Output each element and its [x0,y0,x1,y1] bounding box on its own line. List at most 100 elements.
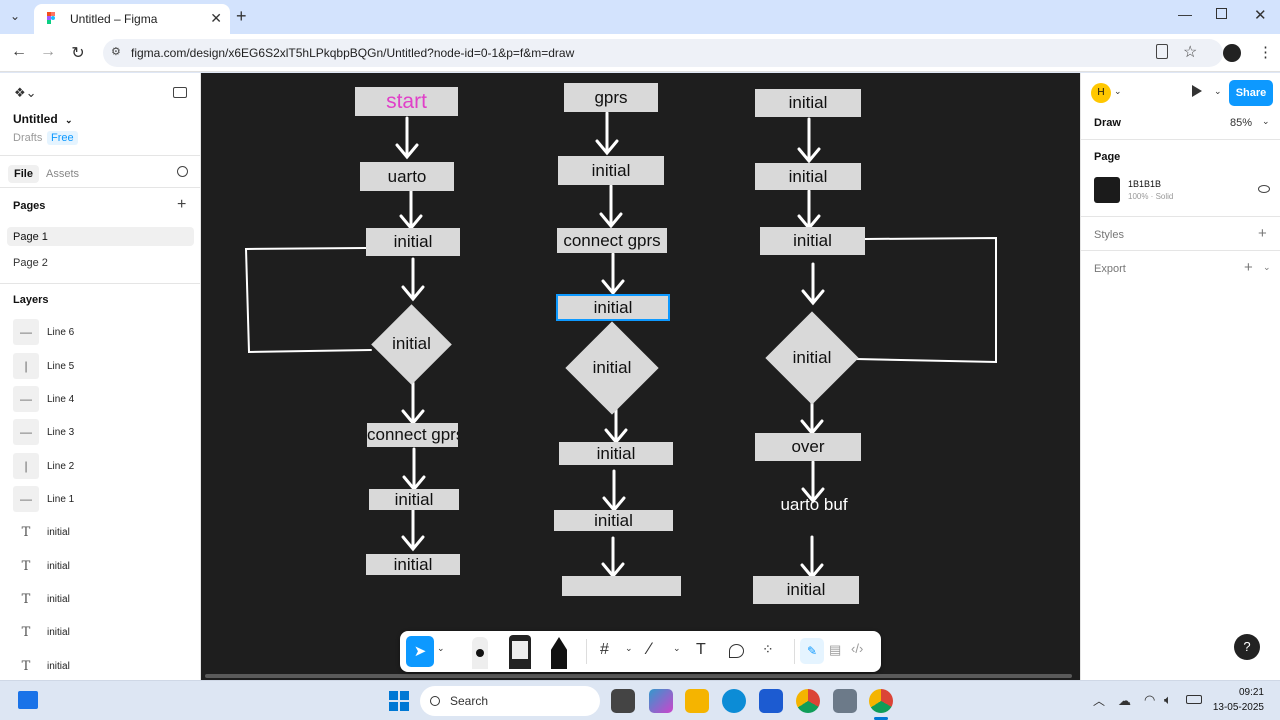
avatar[interactable]: H [1091,83,1111,103]
flow-box[interactable]: initial [366,554,460,575]
layer-item[interactable]: Tinitial [13,618,198,646]
chevron-down-icon[interactable]: ⌄ [437,643,445,654]
search-icon[interactable] [177,166,188,177]
zoom-level[interactable]: 85% [1230,117,1252,129]
layer-item[interactable]: Tinitial [13,585,198,613]
cloud-icon[interactable]: ☁ [1118,693,1131,709]
pen-tool-icon[interactable] [472,637,488,669]
help-button[interactable]: ? [1234,634,1260,660]
marker-tool-icon[interactable] [509,635,531,669]
reload-icon[interactable]: ↻ [68,43,88,63]
toggle-sidebar-icon[interactable] [173,87,187,98]
design-mode-icon[interactable]: ▤ [829,642,841,658]
add-export-button[interactable]: + [1244,259,1253,276]
flow-box-start[interactable]: start [355,87,458,116]
task-view-icon[interactable] [611,689,635,713]
wifi-icon[interactable]: ◠ [1144,692,1155,708]
browser-menu-icon[interactable]: ⋮ [1258,43,1273,61]
flow-box[interactable]: initial [366,228,460,256]
widgets-icon[interactable] [18,691,38,709]
tab-file[interactable]: File [8,165,39,183]
flow-box[interactable]: initial [554,510,673,531]
flow-box[interactable]: connect gprs [367,423,458,447]
layer-item[interactable]: — Line 4 [13,385,198,413]
file-name[interactable]: Untitled ⌄ [13,112,73,126]
forward-icon[interactable]: → [38,43,58,61]
layer-item[interactable]: Tinitial [13,552,198,580]
add-style-button[interactable]: + [1258,225,1267,242]
layer-item[interactable]: — Line 3 [13,418,198,446]
pencil-tool-icon[interactable] [551,637,567,669]
present-icon[interactable] [1192,85,1202,97]
flow-box[interactable]: over [755,433,861,461]
close-tab-icon[interactable]: ✕ [210,10,222,27]
browser-tab[interactable]: Untitled – Figma ✕ [34,4,230,34]
chevron-down-icon[interactable]: ⌄ [1262,116,1270,127]
draw-mode-button[interactable]: ✎ [800,638,824,664]
tab-list-dropdown-icon[interactable]: ⌄ [10,9,20,23]
maximize-icon[interactable] [1216,8,1227,19]
chevron-down-icon[interactable]: ⌄ [65,115,73,125]
layer-item[interactable]: — Line 1 [13,485,198,513]
flow-box[interactable]: initial [753,576,859,604]
tab-assets[interactable]: Assets [46,168,79,180]
address-bar[interactable]: ⚙ figma.com/design/x6EG6S2xlT5hLPkqbpBQG… [103,39,1223,67]
flow-box-selected[interactable]: initial [556,294,670,321]
bookmark-star-icon[interactable]: ☆ [1183,42,1197,62]
page-item-1[interactable]: Page 1 [7,227,194,246]
clipboard-icon[interactable] [1156,44,1168,59]
flow-box[interactable]: uarto [360,162,454,191]
chevron-up-icon[interactable]: ︿ [1093,692,1105,709]
components-tool-icon[interactable]: ⁘ [762,641,774,658]
layer-item[interactable]: | Line 5 [13,352,198,380]
dev-mode-icon[interactable]: ‹/› [851,641,863,656]
horizontal-scrollbar[interactable] [205,674,1072,678]
clock-time[interactable]: 09:21 [1210,687,1264,698]
flow-box[interactable]: initial [760,227,865,255]
minimize-icon[interactable]: — [1178,6,1192,22]
drafts-label[interactable]: Drafts [13,132,42,144]
canvas-text[interactable]: uarto buf [767,495,861,515]
clock-date[interactable]: 13-05-2025 [1204,702,1264,713]
flow-box[interactable]: initial [559,442,673,465]
page-color-swatch[interactable] [1094,177,1120,203]
flow-box[interactable]: initial [558,156,664,185]
chrome-profile-icon[interactable] [869,689,893,713]
move-tool-button[interactable]: ➤ [406,636,434,667]
text-tool-icon[interactable]: T [696,641,706,659]
back-icon[interactable]: ← [9,43,29,61]
close-window-icon[interactable]: ✕ [1254,6,1267,24]
camera-icon[interactable] [833,689,857,713]
chevron-down-icon[interactable]: ⌄ [673,643,681,654]
site-info-icon[interactable]: ⚙ [111,45,121,58]
chevron-down-icon[interactable]: ⌄ [1263,262,1271,273]
page-item-2[interactable]: Page 2 [13,257,48,269]
taskbar-search[interactable]: Search [420,686,600,716]
design-canvas[interactable]: start uarto initial initial connect gprs… [201,73,1080,680]
flow-box[interactable]: initial [755,163,861,190]
chevron-down-icon[interactable]: ⌄ [1214,86,1222,97]
layer-item[interactable]: | Line 2 [13,452,198,480]
flow-box[interactable]: initial [369,489,459,510]
frame-tool-icon[interactable]: # [600,641,609,659]
layer-item[interactable]: Tinitial [13,652,198,680]
figma-menu-icon[interactable]: ❖⌄ [14,85,37,101]
flow-box[interactable]: initial [755,89,861,117]
chevron-down-icon[interactable]: ⌄ [1114,86,1122,97]
comment-tool-icon[interactable] [729,644,744,658]
start-icon[interactable] [389,691,409,711]
add-page-button[interactable]: + [177,196,186,214]
copilot-icon[interactable] [649,689,673,713]
page-color-hex[interactable]: 1B1B1B [1128,179,1161,189]
flow-box[interactable]: gprs [564,83,658,112]
profile-icon[interactable] [1223,44,1241,62]
edge-icon[interactable] [722,689,746,713]
chevron-down-icon[interactable]: ⌄ [625,643,633,654]
file-explorer-icon[interactable] [685,689,709,713]
line-tool-icon[interactable]: ⁄ [648,639,651,659]
share-button[interactable]: Share [1229,80,1273,106]
new-tab-button[interactable]: + [236,6,247,27]
layer-item[interactable]: Tinitial [13,518,198,546]
volume-icon[interactable]: 🔈︎ [1164,692,1172,708]
flow-box[interactable]: connect gprs [557,228,667,253]
